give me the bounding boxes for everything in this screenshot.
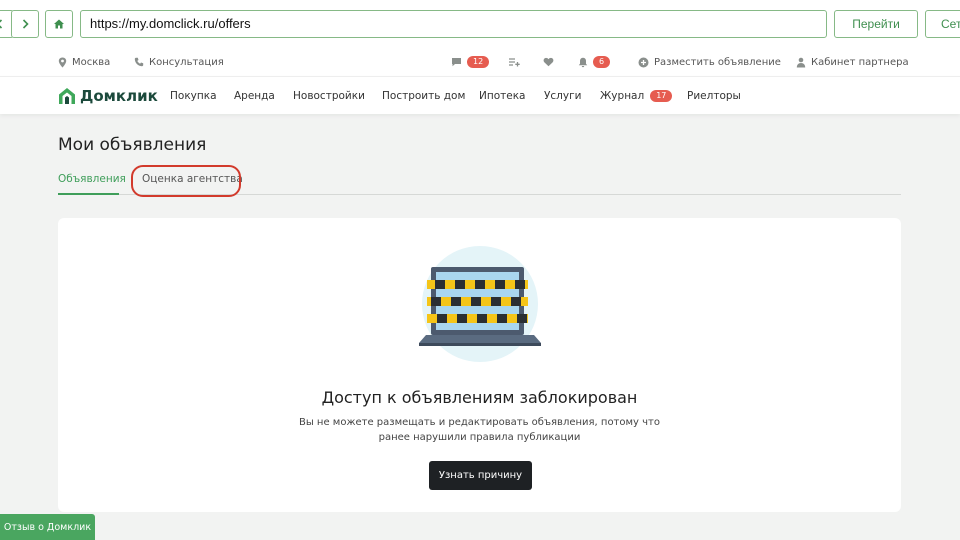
messages-badge: 12 bbox=[467, 56, 490, 68]
tab-offers[interactable]: Объявления bbox=[58, 170, 126, 195]
logo[interactable]: Домклик bbox=[58, 87, 158, 105]
logo-text: Домклик bbox=[80, 87, 158, 105]
consult-link[interactable]: Консультация bbox=[134, 48, 224, 76]
blocked-title: Доступ к объявлениям заблокирован bbox=[321, 388, 638, 407]
nav-item-services[interactable]: Услуги bbox=[544, 77, 581, 115]
blocked-card: Доступ к объявлениям заблокирован Вы не … bbox=[58, 218, 901, 512]
feedback-button[interactable]: Отзыв о Домклик bbox=[0, 514, 95, 540]
domclick-logo-icon bbox=[59, 88, 75, 104]
post-ad-label: Разместить объявление bbox=[654, 56, 781, 68]
journal-badge: 17 bbox=[650, 90, 673, 102]
phone-icon bbox=[134, 57, 144, 67]
user-icon bbox=[796, 57, 806, 67]
post-ad-link[interactable]: Разместить объявление bbox=[638, 48, 781, 76]
nav-item-mortgage[interactable]: Ипотека bbox=[479, 77, 526, 115]
top-info-bar: Москва Консультация 12 6 Разместить объя… bbox=[0, 48, 960, 76]
chat-icon bbox=[452, 58, 461, 67]
partner-link[interactable]: Кабинет партнера bbox=[796, 48, 909, 76]
page-title: Мои объявления bbox=[58, 135, 207, 155]
plus-circle-icon bbox=[638, 57, 649, 67]
chevron-right-icon bbox=[22, 19, 29, 29]
nav-item-buy[interactable]: Покупка bbox=[170, 77, 217, 115]
nav-item-realtors[interactable]: Риелторы bbox=[687, 77, 741, 115]
location-pin-icon bbox=[58, 57, 67, 67]
browser-bar: https://my.domclick.ru/offers Перейти Се… bbox=[0, 0, 960, 48]
nav-item-journal-label: Журнал bbox=[600, 90, 645, 102]
city-selector[interactable]: Москва bbox=[58, 48, 110, 76]
home-button[interactable] bbox=[45, 10, 73, 38]
tabs: Объявления Оценка агентства bbox=[58, 170, 901, 195]
nav-item-new-buildings[interactable]: Новостройки bbox=[293, 77, 365, 115]
nav-item-journal[interactable]: Журнал 17 bbox=[600, 77, 673, 115]
blocked-description-line1: Вы не можете размещать и редактировать о… bbox=[299, 417, 660, 428]
blocked-description: Вы не можете размещать и редактировать о… bbox=[58, 415, 901, 445]
nav-item-build-house[interactable]: Построить дом bbox=[382, 77, 465, 115]
city-label: Москва bbox=[72, 56, 111, 68]
bell-icon bbox=[578, 57, 588, 67]
go-button[interactable]: Перейти bbox=[834, 10, 918, 38]
nav-item-rent[interactable]: Аренда bbox=[234, 77, 275, 115]
favorites-button[interactable] bbox=[543, 48, 554, 76]
tab-agency-rating[interactable]: Оценка агентства bbox=[142, 170, 243, 195]
chevron-left-icon bbox=[0, 19, 3, 29]
heart-icon bbox=[543, 57, 554, 67]
forward-button[interactable] bbox=[11, 10, 39, 38]
notifications-badge: 6 bbox=[593, 56, 611, 68]
home-icon bbox=[54, 19, 64, 29]
messages-button[interactable]: 12 bbox=[451, 48, 490, 76]
consult-label: Консультация bbox=[149, 56, 224, 68]
main-nav: Домклик Покупка Аренда Новостройки Постр… bbox=[0, 76, 960, 114]
extra-button[interactable]: Сет bbox=[925, 10, 960, 38]
compare-list-icon bbox=[509, 58, 520, 67]
learn-reason-button[interactable]: Узнать причину bbox=[429, 461, 532, 490]
blocked-description-line2: ранее нарушили правила публикации bbox=[378, 432, 581, 443]
blocked-laptop-icon bbox=[419, 246, 541, 362]
compare-button[interactable] bbox=[508, 48, 520, 76]
url-input[interactable]: https://my.domclick.ru/offers bbox=[80, 10, 827, 38]
notifications-button[interactable]: 6 bbox=[578, 48, 611, 76]
partner-label: Кабинет партнера bbox=[811, 56, 909, 68]
